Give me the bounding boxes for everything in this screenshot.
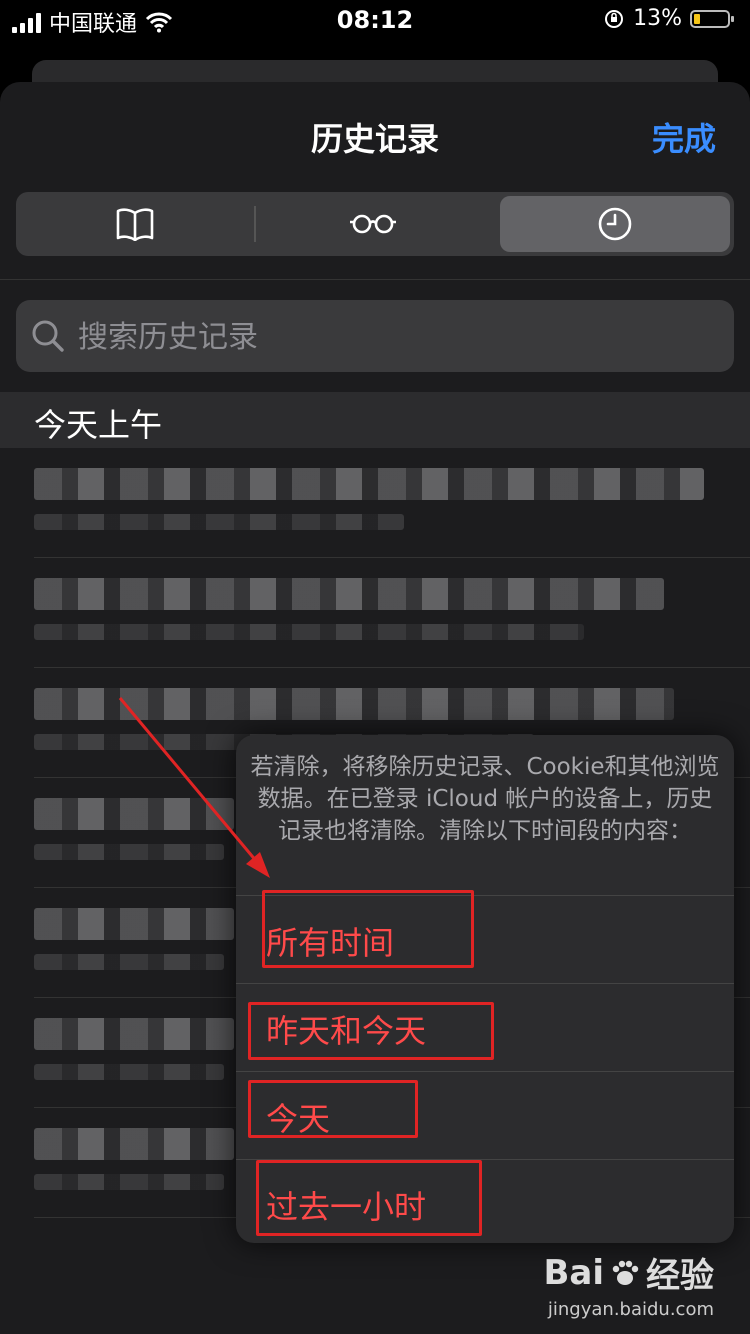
annotation-box: [248, 1080, 418, 1138]
history-title-blurred: [34, 1128, 234, 1160]
history-title-blurred: [34, 798, 234, 830]
page-title: 历史记录: [310, 120, 439, 158]
history-url-blurred: [34, 1174, 224, 1190]
history-row[interactable]: [0, 558, 750, 668]
header-divider: [0, 279, 750, 280]
status-bar: 中国联通 08:12 13%: [0, 0, 750, 44]
history-url-blurred: [34, 514, 404, 530]
history-title-blurred: [34, 1018, 234, 1050]
history-title-blurred: [34, 468, 704, 500]
search-icon: [32, 320, 64, 352]
annotation-box: [256, 1160, 482, 1236]
segmented-control: [16, 192, 734, 256]
history-url-blurred: [34, 844, 224, 860]
history-row[interactable]: [0, 448, 750, 558]
tab-history[interactable]: [500, 196, 730, 252]
paw-icon: [612, 1260, 639, 1285]
history-url-blurred: [34, 1064, 224, 1080]
annotation-box: [248, 1002, 494, 1060]
history-section-header: 今天上午: [0, 392, 750, 448]
history-title-blurred: [34, 908, 234, 940]
sheet-header: 历史记录 完成: [0, 82, 750, 192]
section-title: 今天上午: [34, 406, 163, 444]
tab-reading-list[interactable]: [258, 196, 488, 252]
book-icon: [116, 208, 154, 241]
tab-bookmarks[interactable]: [20, 196, 250, 252]
done-button[interactable]: 完成: [652, 114, 716, 160]
history-title-blurred: [34, 688, 674, 720]
watermark-brand: Bai: [543, 1252, 604, 1293]
battery-percent: 13%: [633, 6, 682, 31]
search-input[interactable]: [76, 314, 700, 360]
history-url-blurred: [34, 954, 224, 970]
search-bar: [16, 300, 734, 372]
orientation-lock-icon: [605, 9, 624, 28]
reading-list-glasses-icon: [350, 214, 396, 234]
watermark-logo: Bai 经验: [543, 1248, 714, 1297]
clear-history-sheet: 若清除，将移除历史记录、Cookie和其他浏览数据。在已登录 iCloud 帐户…: [236, 735, 734, 1243]
history-title-blurred: [34, 578, 664, 610]
status-right: 13%: [603, 6, 734, 31]
watermark-brand-suffix: 经验: [646, 1256, 714, 1296]
watermark: Bai 经验 jingyan.baidu.com: [543, 1248, 714, 1321]
segment-divider: [254, 206, 256, 242]
annotation-box: [262, 890, 474, 968]
battery-icon: [690, 9, 734, 28]
clear-history-message: 若清除，将移除历史记录、Cookie和其他浏览数据。在已登录 iCloud 帐户…: [250, 754, 720, 844]
history-url-blurred: [34, 624, 584, 640]
watermark-url: jingyan.baidu.com: [547, 1299, 714, 1320]
history-clock-icon: [598, 207, 632, 241]
